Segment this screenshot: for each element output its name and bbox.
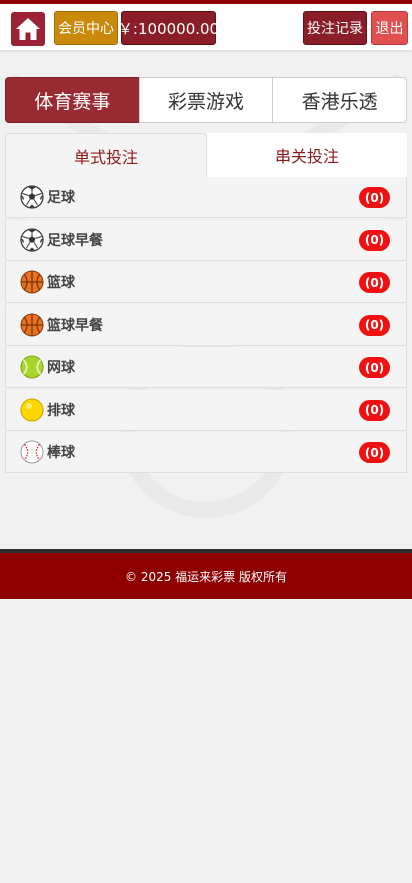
count-badge: (0): [359, 399, 390, 421]
tab-sports-events[interactable]: 体育赛事: [5, 77, 140, 123]
sport-name: 足球早餐: [47, 232, 103, 249]
sport-item-basketball[interactable]: 篮球 (0): [5, 262, 407, 303]
basketball-icon: [20, 313, 44, 336]
sport-name: 棒球: [47, 445, 75, 461]
tennis-ball-icon: [20, 355, 44, 379]
tab-lottery-games[interactable]: 彩票游戏: [138, 77, 274, 123]
count-badge: (0): [359, 357, 390, 378]
count-badge: (0): [359, 314, 390, 336]
tab-parlay-bet[interactable]: 串关投注: [207, 133, 407, 177]
count-badge: (0): [359, 229, 390, 251]
sport-name: 篮球: [47, 275, 75, 291]
copyright-text: © 2025 福运来彩票 版权所有: [125, 569, 287, 584]
top-header: 会员中心 ￥:100000.00 投注记录 退出: [0, 0, 412, 50]
sport-item-baseball[interactable]: 棒球 (0): [5, 432, 407, 473]
sport-item-soccer[interactable]: 足球 (0): [5, 177, 407, 218]
sport-name: 足球: [47, 190, 75, 206]
count-badge: (0): [359, 187, 390, 208]
soccer-ball-icon: [20, 185, 44, 209]
count-badge: (0): [359, 442, 390, 463]
bet-records-button[interactable]: 投注记录: [303, 11, 367, 45]
sport-item-soccer-early[interactable]: 足球早餐 (0): [5, 219, 407, 261]
soccer-ball-icon: [20, 227, 44, 252]
sport-item-tennis[interactable]: 网球 (0): [5, 347, 407, 388]
sport-name: 排球: [47, 402, 75, 419]
balance-display: ￥:100000.00: [118, 11, 219, 45]
footer: © 2025 福运来彩票 版权所有: [0, 549, 412, 599]
sport-item-basketball-early[interactable]: 篮球早餐 (0): [5, 304, 407, 346]
count-badge: (0): [359, 272, 390, 293]
sport-name: 网球: [47, 360, 75, 376]
home-button[interactable]: [11, 12, 45, 46]
home-icon: [16, 18, 40, 40]
tab-hong-kong-lotto[interactable]: 香港乐透: [272, 77, 408, 123]
tab-single-bet[interactable]: 单式投注: [5, 133, 207, 177]
basketball-icon: [20, 270, 44, 294]
bet-type-tabs: 单式投注 串关投注: [5, 133, 407, 177]
sport-list: 足球 (0) 足球早餐 (0) 篮球 (0) 篮球早餐 (0) 网球 (0) 排…: [5, 177, 407, 475]
main-category-tabs: 体育赛事 彩票游戏 香港乐透: [5, 77, 408, 123]
logout-button[interactable]: 退出: [371, 11, 408, 45]
sport-name: 篮球早餐: [47, 317, 103, 334]
baseball-icon: [20, 440, 44, 464]
sport-item-volleyball[interactable]: 排球 (0): [5, 389, 407, 431]
volleyball-icon: [20, 398, 44, 421]
member-center-button[interactable]: 会员中心: [54, 11, 118, 45]
